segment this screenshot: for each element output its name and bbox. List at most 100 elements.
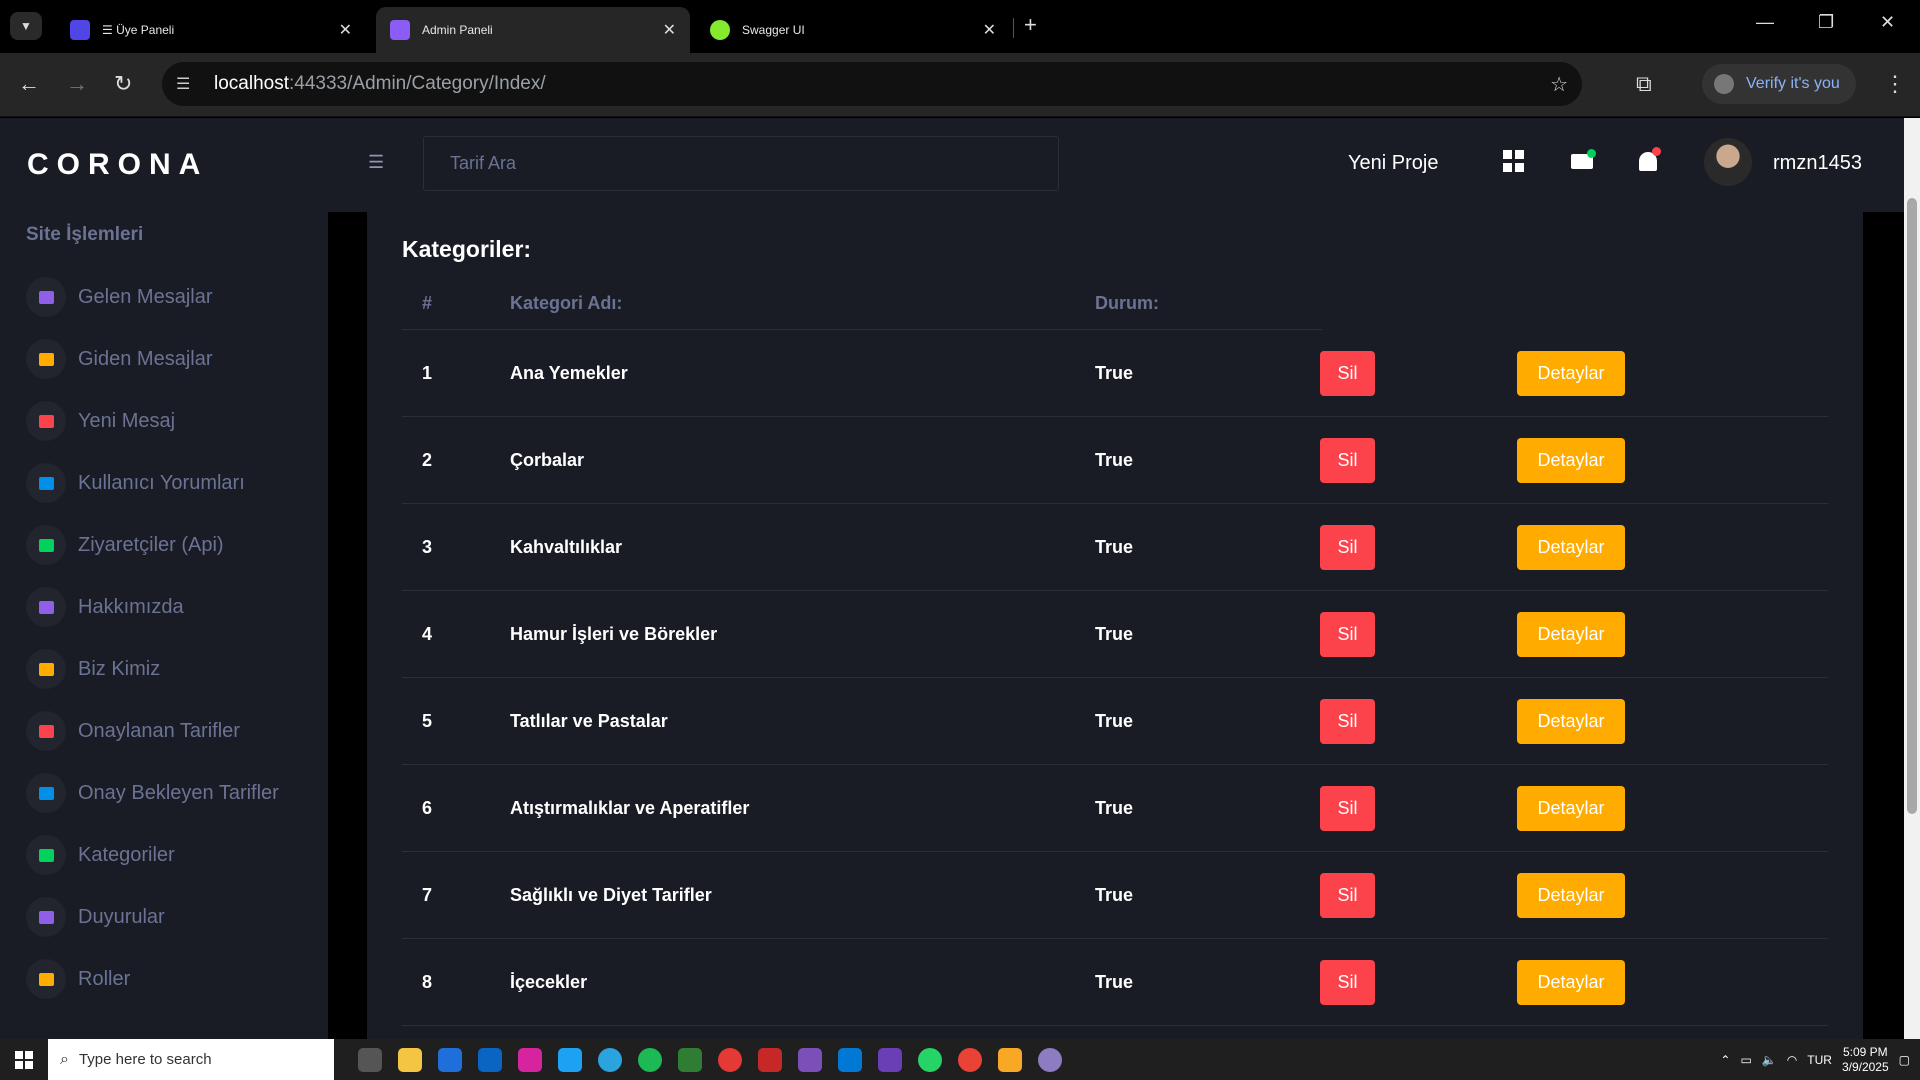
restore-button[interactable]: ❐ <box>1818 12 1834 33</box>
visual-studio-2-icon[interactable] <box>878 1047 902 1072</box>
tab-admin-paneli[interactable]: Admin Paneli ✕ <box>376 7 690 53</box>
browser-menu-icon[interactable]: ⋮ <box>1884 71 1906 97</box>
apps-grid-icon[interactable] <box>1503 150 1525 172</box>
details-button[interactable]: Detaylar <box>1517 350 1625 396</box>
spotify-icon[interactable] <box>638 1047 662 1072</box>
chrome-icon[interactable] <box>958 1047 982 1072</box>
close-window-button[interactable]: ✕ <box>1880 12 1895 33</box>
sidebar-item-label: Hakkımızda <box>78 595 184 618</box>
back-button[interactable]: ← <box>18 71 40 97</box>
chevron-up-icon[interactable]: ⌃ <box>1720 1053 1730 1067</box>
tab-search-button[interactable]: ▼ <box>10 12 42 40</box>
language-indicator[interactable]: TUR <box>1807 1053 1832 1067</box>
store-icon[interactable] <box>438 1047 462 1072</box>
mail-icon[interactable] <box>1571 149 1596 169</box>
sidebar-item[interactable]: Hakkımızda <box>26 576 326 638</box>
details-button[interactable]: Detaylar <box>1517 611 1625 657</box>
delete-button[interactable]: Sil <box>1320 350 1375 396</box>
category-name: Tatlılar ve Pastalar <box>510 710 668 731</box>
ssms-icon[interactable] <box>758 1047 782 1072</box>
reload-button[interactable]: ↻ <box>114 71 132 97</box>
details-button[interactable]: Detaylar <box>1517 959 1625 1005</box>
category-name: Sağlıklı ve Diyet Tarifler <box>510 884 712 905</box>
delete-button[interactable]: Sil <box>1320 959 1375 1005</box>
categories-table: # Kategori Adı: Durum: 1 Ana Yemekler True… <box>402 278 1828 1026</box>
vscode-icon[interactable] <box>838 1047 862 1072</box>
sidebar-item[interactable]: Duyurular <box>26 886 326 948</box>
delete-button[interactable]: Sil <box>1320 437 1375 483</box>
instagram-icon[interactable] <box>518 1047 542 1072</box>
address-bar[interactable]: ☰ localhost:44333/Admin/Category/Index/ … <box>162 62 1582 106</box>
opera-icon[interactable] <box>718 1047 742 1072</box>
telegram-icon[interactable] <box>598 1047 622 1072</box>
xbox-icon[interactable] <box>678 1047 702 1072</box>
user-avatar[interactable] <box>1704 138 1752 186</box>
task-view-icon[interactable] <box>358 1047 382 1072</box>
close-icon[interactable]: ✕ <box>339 20 352 40</box>
close-icon[interactable]: ✕ <box>983 20 996 40</box>
url-text[interactable]: localhost:44333/Admin/Category/Index/ <box>214 73 546 95</box>
brand-logo[interactable]: CORONA <box>27 148 208 182</box>
sidebar-item[interactable]: Kullanıcı Yorumları <box>26 452 326 514</box>
start-button[interactable] <box>0 1050 48 1069</box>
delete-button[interactable]: Sil <box>1320 611 1375 657</box>
sidebar-item[interactable]: Yeni Mesaj <box>26 390 326 452</box>
username-label[interactable]: rmzn1453 <box>1773 152 1862 175</box>
details-button[interactable]: Detaylar <box>1517 524 1625 570</box>
sidebar-toggle-icon[interactable]: ☰ <box>368 152 384 173</box>
delete-button[interactable]: Sil <box>1320 872 1375 918</box>
delete-button[interactable]: Sil <box>1320 524 1375 570</box>
notifications-icon[interactable]: ▢ <box>1899 1053 1910 1067</box>
sidebar-item-label: Yeni Mesaj <box>78 409 176 432</box>
sidebar-item[interactable]: Ziyaretçiler (Api) <box>26 514 326 576</box>
minimize-button[interactable]: — <box>1756 12 1774 33</box>
page-scrollbar[interactable] <box>1904 118 1920 1039</box>
sidebar-item[interactable]: Onaylanan Tarifler <box>26 700 326 762</box>
sidebar-item[interactable]: Biz Kimiz <box>26 638 326 700</box>
twitter-icon[interactable] <box>558 1047 582 1072</box>
new-tab-button[interactable]: + <box>1024 12 1037 38</box>
taskbar-search[interactable]: ⌕ Type here to search <box>48 1039 334 1080</box>
file-explorer-icon[interactable] <box>398 1047 422 1072</box>
tab-uye-paneli[interactable]: ☰ Üye Paneli ✕ <box>56 7 366 53</box>
clock-date: 3/9/2025 <box>1841 1059 1889 1074</box>
sidebar-item[interactable]: Giden Mesajlar <box>26 328 326 390</box>
delete-button[interactable]: Sil <box>1320 785 1375 831</box>
profile-verify-button[interactable]: Verify it's you <box>1702 64 1856 104</box>
new-project-link[interactable]: Yeni Proje <box>1348 152 1438 175</box>
scrollbar-thumb[interactable] <box>1907 198 1917 814</box>
tab-swagger-ui[interactable]: Swagger UI ✕ <box>696 7 1010 53</box>
details-button[interactable]: Detaylar <box>1517 698 1625 744</box>
category-status: True <box>1095 884 1134 905</box>
details-button[interactable]: Detaylar <box>1517 785 1625 831</box>
details-button[interactable]: Detaylar <box>1517 872 1625 918</box>
site-info-icon[interactable]: ☰ <box>176 74 200 94</box>
paint-icon[interactable] <box>998 1047 1022 1072</box>
visual-studio-icon[interactable] <box>798 1047 822 1072</box>
wifi-icon[interactable]: ◠ <box>1787 1053 1797 1067</box>
delete-cell: Sil <box>1320 524 1517 570</box>
sidebar-item[interactable]: Onay Bekleyen Tarifler <box>26 762 326 824</box>
whatsapp-icon[interactable] <box>918 1047 942 1072</box>
bookmark-star-icon[interactable]: ☆ <box>1550 72 1568 97</box>
battery-icon[interactable]: ▭ <box>1740 1053 1751 1067</box>
sidebar-item[interactable]: Roller <box>26 948 326 1010</box>
details-cell: Detaylar <box>1517 785 1625 831</box>
clock[interactable]: 5:09 PM 3/9/2025 <box>1842 1045 1889 1075</box>
close-icon[interactable]: ✕ <box>663 20 676 40</box>
delete-cell: Sil <box>1320 872 1517 918</box>
sidebar-item[interactable]: Gelen Mesajlar <box>26 266 326 328</box>
search-input[interactable] <box>423 136 1059 191</box>
sidebar-item[interactable]: Kategoriler <box>26 824 326 886</box>
app-icon[interactable] <box>1038 1047 1062 1072</box>
details-button[interactable]: Detaylar <box>1517 437 1625 483</box>
details-cell: Detaylar <box>1517 350 1625 396</box>
extensions-icon[interactable]: ⧉ <box>1636 71 1652 97</box>
outlook-icon[interactable] <box>478 1047 502 1072</box>
volume-icon[interactable]: 🔈 <box>1762 1053 1777 1067</box>
menu-icon <box>26 339 66 379</box>
delete-button[interactable]: Sil <box>1320 698 1375 744</box>
forward-button[interactable]: → <box>66 71 88 97</box>
details-cell: Detaylar <box>1517 524 1625 570</box>
bell-icon[interactable] <box>1639 147 1661 171</box>
